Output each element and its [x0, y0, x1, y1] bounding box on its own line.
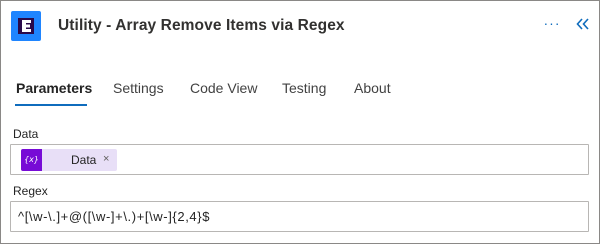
collapse-panel-button[interactable]: [573, 14, 593, 34]
data-field-label: Data: [13, 127, 39, 141]
tab-parameters[interactable]: Parameters: [16, 80, 92, 96]
action-panel: Utility - Array Remove Items via Regex ·…: [0, 0, 600, 244]
active-tab-indicator: [15, 104, 87, 106]
more-options-button[interactable]: ···: [541, 14, 563, 34]
data-token[interactable]: {x} Data ×: [21, 149, 117, 171]
tab-settings[interactable]: Settings: [113, 80, 164, 96]
chevron-double-left-icon: [576, 18, 589, 30]
tab-testing[interactable]: Testing: [282, 80, 326, 96]
data-input[interactable]: {x} Data ×: [10, 144, 589, 175]
regex-value: ^[\w-\.]+@([\w-]+\.)+[\w-]{2,4}$: [18, 209, 211, 224]
panel-title: Utility - Array Remove Items via Regex: [58, 17, 345, 34]
tab-code-view[interactable]: Code View: [190, 80, 257, 96]
remove-token-button[interactable]: ×: [103, 152, 109, 166]
token-label: Data: [71, 153, 97, 167]
regex-field-label: Regex: [13, 184, 48, 198]
variable-icon: {x}: [21, 149, 42, 171]
utility-connector-icon: [11, 11, 41, 41]
panel-header: Utility - Array Remove Items via Regex ·…: [1, 1, 599, 53]
tab-bar: Parameters Settings Code View Testing Ab…: [1, 71, 599, 111]
regex-input[interactable]: ^[\w-\.]+@([\w-]+\.)+[\w-]{2,4}$: [10, 201, 589, 232]
tab-about[interactable]: About: [354, 80, 391, 96]
